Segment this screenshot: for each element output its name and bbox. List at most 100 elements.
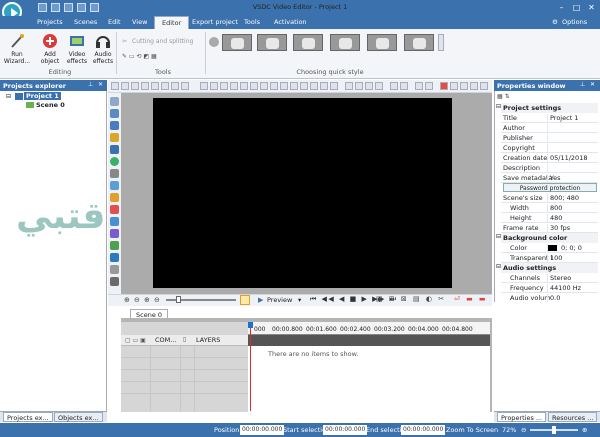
property-row[interactable]: Frame rate 30 fps [501, 223, 598, 233]
cut-icon[interactable]: ✂ [122, 38, 127, 45]
property-row[interactable]: Frequency 44100 Hz [501, 283, 598, 293]
toolbar-button[interactable] [280, 82, 288, 90]
run-wizard-button[interactable]: Run Wizard... [3, 33, 31, 65]
toolbar-button[interactable] [131, 82, 139, 90]
tool-icon[interactable] [110, 217, 119, 226]
property-row[interactable]: Width 800 [501, 203, 598, 213]
toolbar-button[interactable] [250, 82, 258, 90]
tool-icon[interactable] [110, 121, 119, 130]
toolbar-button[interactable] [270, 82, 278, 90]
playhead[interactable] [250, 322, 251, 411]
property-row[interactable]: Author [501, 123, 598, 133]
collapse-icon[interactable]: ⊟ [6, 93, 11, 100]
tool-icon[interactable] [110, 109, 119, 118]
tool-icon[interactable] [110, 133, 119, 142]
toolbar-button[interactable] [200, 82, 208, 90]
toolbar-button[interactable] [141, 82, 149, 90]
toolbar-button[interactable] [171, 82, 179, 90]
preview-button[interactable]: Preview [267, 296, 292, 304]
tool-icon[interactable] [110, 193, 119, 202]
close-button[interactable]: ✕ [586, 2, 597, 13]
property-row[interactable]: Save metadata Yes [501, 173, 598, 183]
gear-icon[interactable]: ⚙ [552, 18, 558, 26]
property-row[interactable]: Description [501, 163, 598, 173]
property-row[interactable]: Publisher [501, 133, 598, 143]
tool-icon[interactable] [110, 157, 119, 166]
tab-objects-explorer[interactable]: Objects ex... [54, 412, 103, 422]
video-effects-button[interactable]: Video effects [63, 33, 91, 65]
toolbar-button[interactable] [400, 82, 408, 90]
toolbar-button[interactable] [425, 82, 433, 90]
toolbar-button[interactable] [415, 82, 423, 90]
tool-icon[interactable] [110, 205, 119, 214]
zoom-in-icon[interactable]: ⊕ [124, 296, 130, 304]
zoom-icon[interactable]: ⊖ [154, 296, 160, 304]
property-value[interactable]: Project 1 [547, 114, 598, 123]
toolbar-button[interactable] [345, 82, 353, 90]
quick-style-scroll[interactable] [438, 34, 444, 51]
property-value[interactable]: 480 [547, 214, 598, 223]
track-visibility-icons[interactable]: ▢ ▭ ▣ [125, 337, 146, 344]
property-value[interactable]: 800 [547, 204, 598, 213]
quick-style-thumb-2[interactable] [257, 34, 287, 51]
toolbar-button[interactable] [375, 82, 383, 90]
property-row[interactable]: Scene's size 800; 480 [501, 193, 598, 203]
quick-style-thumb-5[interactable] [367, 34, 397, 51]
property-row[interactable]: Title Project 1 [501, 113, 598, 123]
property-value[interactable]: 30 fps [547, 224, 598, 233]
clock-icon[interactable] [240, 295, 250, 305]
property-value[interactable]: 0; 0; 0 [547, 244, 598, 253]
minimize-button[interactable]: – [556, 2, 567, 13]
play-icon[interactable]: ▶ [258, 296, 263, 304]
preview-dropdown-icon[interactable]: ▾ [298, 296, 301, 304]
sort-icon[interactable]: ▦ ⇅ [497, 93, 510, 100]
tool-icon[interactable] [110, 277, 119, 286]
timeline-tools[interactable]: ▣ ⊞ ⊠ ▤ ◐ ✂ [376, 295, 446, 303]
menu-projects[interactable]: Projects [37, 18, 63, 26]
timeline-track-bar[interactable] [248, 335, 490, 346]
property-value[interactable]: Stereo [547, 274, 598, 283]
toolbar-button[interactable] [310, 82, 318, 90]
cutting-splitting-label[interactable]: Cutting and splitting [132, 38, 193, 45]
tab-properties-window[interactable]: Properties ... [497, 412, 547, 422]
toolbar-button[interactable] [121, 82, 129, 90]
pointer-tool-icon[interactable] [110, 97, 119, 106]
property-value[interactable]: 800; 480 [547, 194, 598, 203]
tab-resources-window[interactable]: Resources ... [548, 412, 598, 422]
tree-item-scene[interactable]: Scene 0 [36, 101, 65, 109]
tool-icon[interactable] [110, 253, 119, 262]
menu-view[interactable]: View [132, 18, 147, 26]
options-button[interactable]: Options [562, 18, 587, 26]
toolbar-button[interactable] [320, 82, 328, 90]
zoom-out-icon[interactable]: ⊖ [134, 296, 140, 304]
timeline-ruler[interactable]: 000 00:00.800 00:01.600 00:02.400 00:03.… [248, 322, 490, 335]
zoom-slider-thumb[interactable] [176, 296, 181, 303]
tool-icon[interactable] [110, 181, 119, 190]
tab-projects-explorer[interactable]: Projects ex... [3, 412, 53, 422]
toolbar-button[interactable] [365, 82, 373, 90]
property-value[interactable]: 05/11/2018 [547, 154, 598, 163]
tool-icon[interactable] [110, 169, 119, 178]
property-value[interactable]: Yes [547, 174, 598, 183]
toolbar-button[interactable] [240, 82, 248, 90]
property-row[interactable]: Copyright [501, 143, 598, 153]
quick-style-thumb-6[interactable] [404, 34, 434, 51]
toolbar-button[interactable] [230, 82, 238, 90]
track-lock-icon[interactable]: ▯ [183, 336, 186, 343]
property-row[interactable]: Color 0; 0; 0 [501, 243, 598, 253]
zoom-icon[interactable]: ⊕ [144, 296, 150, 304]
property-value[interactable] [547, 144, 598, 153]
toolbar-button[interactable] [151, 82, 159, 90]
property-row[interactable]: Transparent l 100 [501, 253, 598, 263]
marker-tools[interactable]: ⏎ ▬ ▬ [454, 295, 488, 303]
zoom-slider-thumb[interactable] [552, 426, 556, 434]
playhead-handle[interactable] [248, 322, 253, 328]
toolbar-button[interactable] [260, 82, 268, 90]
close-icon[interactable]: ✕ [98, 81, 103, 88]
property-value[interactable] [547, 134, 598, 143]
toolbar-button[interactable] [440, 82, 448, 90]
menu-editor[interactable]: Editor [154, 16, 190, 30]
toolbar-button[interactable] [220, 82, 228, 90]
toolbar-button[interactable] [450, 82, 458, 90]
toolbar-button[interactable] [355, 82, 363, 90]
